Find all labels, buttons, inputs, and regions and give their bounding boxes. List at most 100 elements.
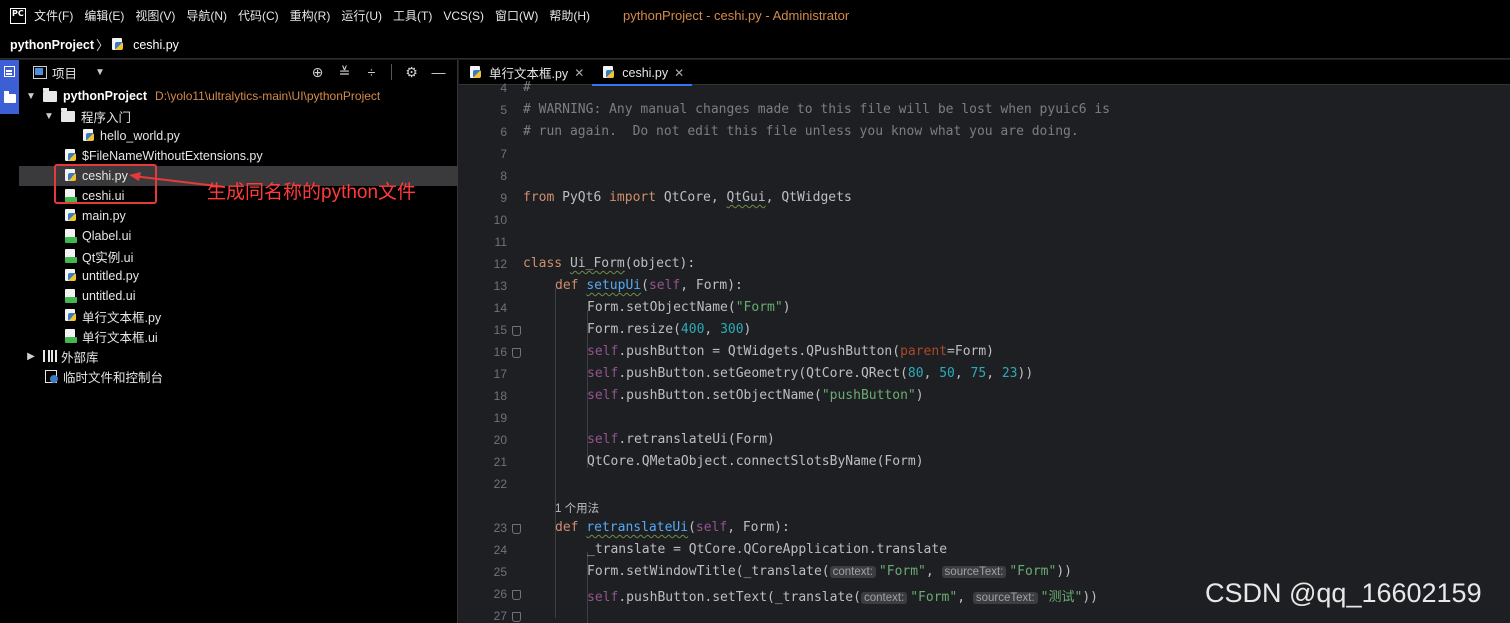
python-file-icon [65, 209, 78, 223]
tree-item-external-libraries[interactable]: ▶ 外部库 [19, 346, 458, 366]
library-icon [43, 350, 57, 362]
tree-item-label: hello_world.py [100, 129, 180, 143]
line-number: 16 [493, 345, 507, 359]
project-panel-title[interactable]: 项目 [52, 63, 77, 82]
code-line: QtCore.QMetaObject.connectSlotsByName(Fo… [587, 454, 924, 469]
menu-vcs[interactable]: VCS(S) [443, 9, 484, 23]
breadcrumb: pythonProject 〉 ceshi.py [0, 31, 1510, 59]
code-line: # run again. Do not edit this file unles… [523, 124, 1079, 139]
code-line: Form.setObjectName("Form") [587, 300, 791, 315]
breadcrumb-file[interactable]: ceshi.py [133, 38, 179, 52]
chevron-down-icon[interactable]: ▼ [43, 111, 55, 122]
python-file-icon [470, 65, 483, 80]
tree-item-folder[interactable]: ▼ 程序入门 [19, 106, 458, 126]
python-file-icon [65, 269, 78, 283]
code-line: # [523, 80, 531, 95]
line-number: 9 [500, 191, 507, 205]
tree-item-file[interactable]: untitled.ui [19, 286, 458, 306]
tree-item-file[interactable]: main.py [19, 206, 458, 226]
tree-item-label: 外部库 [61, 350, 99, 365]
annotation-text: 生成同名称的python文件 [207, 182, 417, 203]
fold-marker-icon[interactable] [512, 348, 521, 358]
usages-hint[interactable]: 1 个用法 [555, 500, 599, 516]
tab-ceshi[interactable]: ceshi.py ✕ [592, 60, 693, 86]
project-tool-window-button[interactable] [0, 60, 19, 114]
code-line: self.retranslateUi(Form) [587, 432, 775, 447]
chevron-right-icon[interactable]: ▶ [25, 351, 37, 362]
menu-edit[interactable]: 编辑(E) [84, 7, 124, 24]
tree-item-label: 程序入门 [81, 110, 132, 125]
code-area[interactable]: 4 5 6 7 8 9 10 11 12 13 14 15 16 17 18 1… [459, 80, 1510, 623]
tree-item-file[interactable]: $FileNameWithoutExtensions.py [19, 146, 458, 166]
tree-item-label: 单行文本框.ui [82, 330, 158, 345]
tree-item-file[interactable]: 单行文本框.py [19, 306, 458, 326]
ui-file-icon [65, 249, 78, 263]
close-icon[interactable]: ✕ [574, 66, 584, 80]
python-file-icon [65, 309, 78, 323]
menu-file[interactable]: 文件(F) [34, 7, 73, 24]
folder-icon [4, 91, 16, 103]
tree-item-file[interactable]: Qlabel.ui [19, 226, 458, 246]
pycharm-logo-icon: PC [10, 7, 26, 24]
fold-marker-icon[interactable] [512, 326, 521, 336]
tree-item-scratches[interactable]: 临时文件和控制台 [19, 366, 458, 386]
line-number: 7 [500, 147, 507, 161]
line-number: 19 [493, 411, 507, 425]
code-line: self.pushButton.setObjectName("pushButto… [587, 388, 924, 403]
code-line: def retranslateUi(self, Form): [555, 520, 790, 535]
watermark: CSDN @qq_16602159 [1205, 578, 1482, 608]
line-number: 14 [493, 301, 507, 315]
tree-item-file[interactable]: 单行文本框.ui [19, 326, 458, 346]
menu-tools[interactable]: 工具(T) [393, 7, 432, 24]
folder-icon [43, 87, 57, 102]
expand-all-icon[interactable]: ≚ [337, 63, 352, 81]
line-number: 24 [493, 543, 507, 557]
line-number: 17 [493, 367, 507, 381]
fold-marker-icon[interactable] [512, 612, 521, 622]
fold-marker-icon[interactable] [512, 590, 521, 600]
menu-window[interactable]: 窗口(W) [495, 7, 538, 24]
chevron-down-icon[interactable]: ▼ [25, 91, 37, 102]
fold-marker-icon[interactable] [512, 524, 521, 534]
breadcrumb-project[interactable]: pythonProject [10, 38, 94, 52]
editor: 单行文本框.py ✕ ceshi.py ✕ 4 5 6 7 8 9 10 11 … [459, 60, 1510, 623]
line-number: 8 [500, 169, 507, 183]
menu-view[interactable]: 视图(V) [135, 7, 175, 24]
line-number: 22 [493, 477, 507, 491]
code-line: _translate = QtCore.QCoreApplication.tra… [587, 542, 948, 557]
tree-item-label: pythonProject [63, 89, 148, 103]
collapse-all-icon[interactable]: ÷ [364, 63, 379, 81]
tree-item-pythonproject[interactable]: ▼ pythonProject D:\yolo11\ultralytics-ma… [19, 86, 458, 106]
python-file-icon [65, 149, 78, 163]
chevron-down-icon[interactable]: ▼ [95, 67, 105, 78]
project-view-icon [33, 66, 47, 79]
tree-item-file[interactable]: untitled.py [19, 266, 458, 286]
tab-label: ceshi.py [622, 65, 669, 80]
hide-icon[interactable]: — [431, 63, 446, 81]
inlay-hint: context: [860, 592, 908, 604]
project-path: D:\yolo11\ultralytics-main\UI\pythonProj… [155, 89, 381, 103]
menu-run[interactable]: 运行(U) [341, 7, 382, 24]
tree-item-label: $FileNameWithoutExtensions.py [82, 149, 263, 163]
project-panel-header: 项目 ▼ ⊕ ≚ ÷ ⚙ — [19, 60, 458, 85]
tree-item-file[interactable]: hello_world.py [19, 126, 458, 146]
gear-icon[interactable]: ⚙ [404, 63, 419, 81]
menu-bar: PC 文件(F) 编辑(E) 视图(V) 导航(N) 代码(C) 重构(R) 运… [0, 0, 1510, 31]
window-title: pythonProject - ceshi.py - Administrator [623, 8, 850, 23]
tree-item-label: Qlabel.ui [82, 229, 132, 243]
menu-refactor[interactable]: 重构(R) [290, 7, 331, 24]
menu-navigate[interactable]: 导航(N) [186, 7, 227, 24]
code-line: self.pushButton = QtWidgets.QPushButton(… [587, 344, 995, 359]
tree-item-label: untitled.py [82, 269, 139, 283]
scratch-console-icon [45, 369, 59, 383]
editor-tabbar: 单行文本框.py ✕ ceshi.py ✕ [459, 60, 1510, 86]
menu-help[interactable]: 帮助(H) [549, 7, 590, 24]
close-icon[interactable]: ✕ [674, 66, 684, 80]
python-file-icon [112, 37, 125, 52]
locate-file-icon[interactable]: ⊕ [310, 63, 325, 81]
menu-code[interactable]: 代码(C) [238, 7, 279, 24]
code-line: from PyQt6 import QtCore, QtGui, QtWidge… [523, 190, 852, 205]
inlay-hint: sourceText: [941, 566, 1007, 578]
tree-item-file[interactable]: Qt实例.ui [19, 246, 458, 266]
folder-icon [61, 107, 75, 122]
